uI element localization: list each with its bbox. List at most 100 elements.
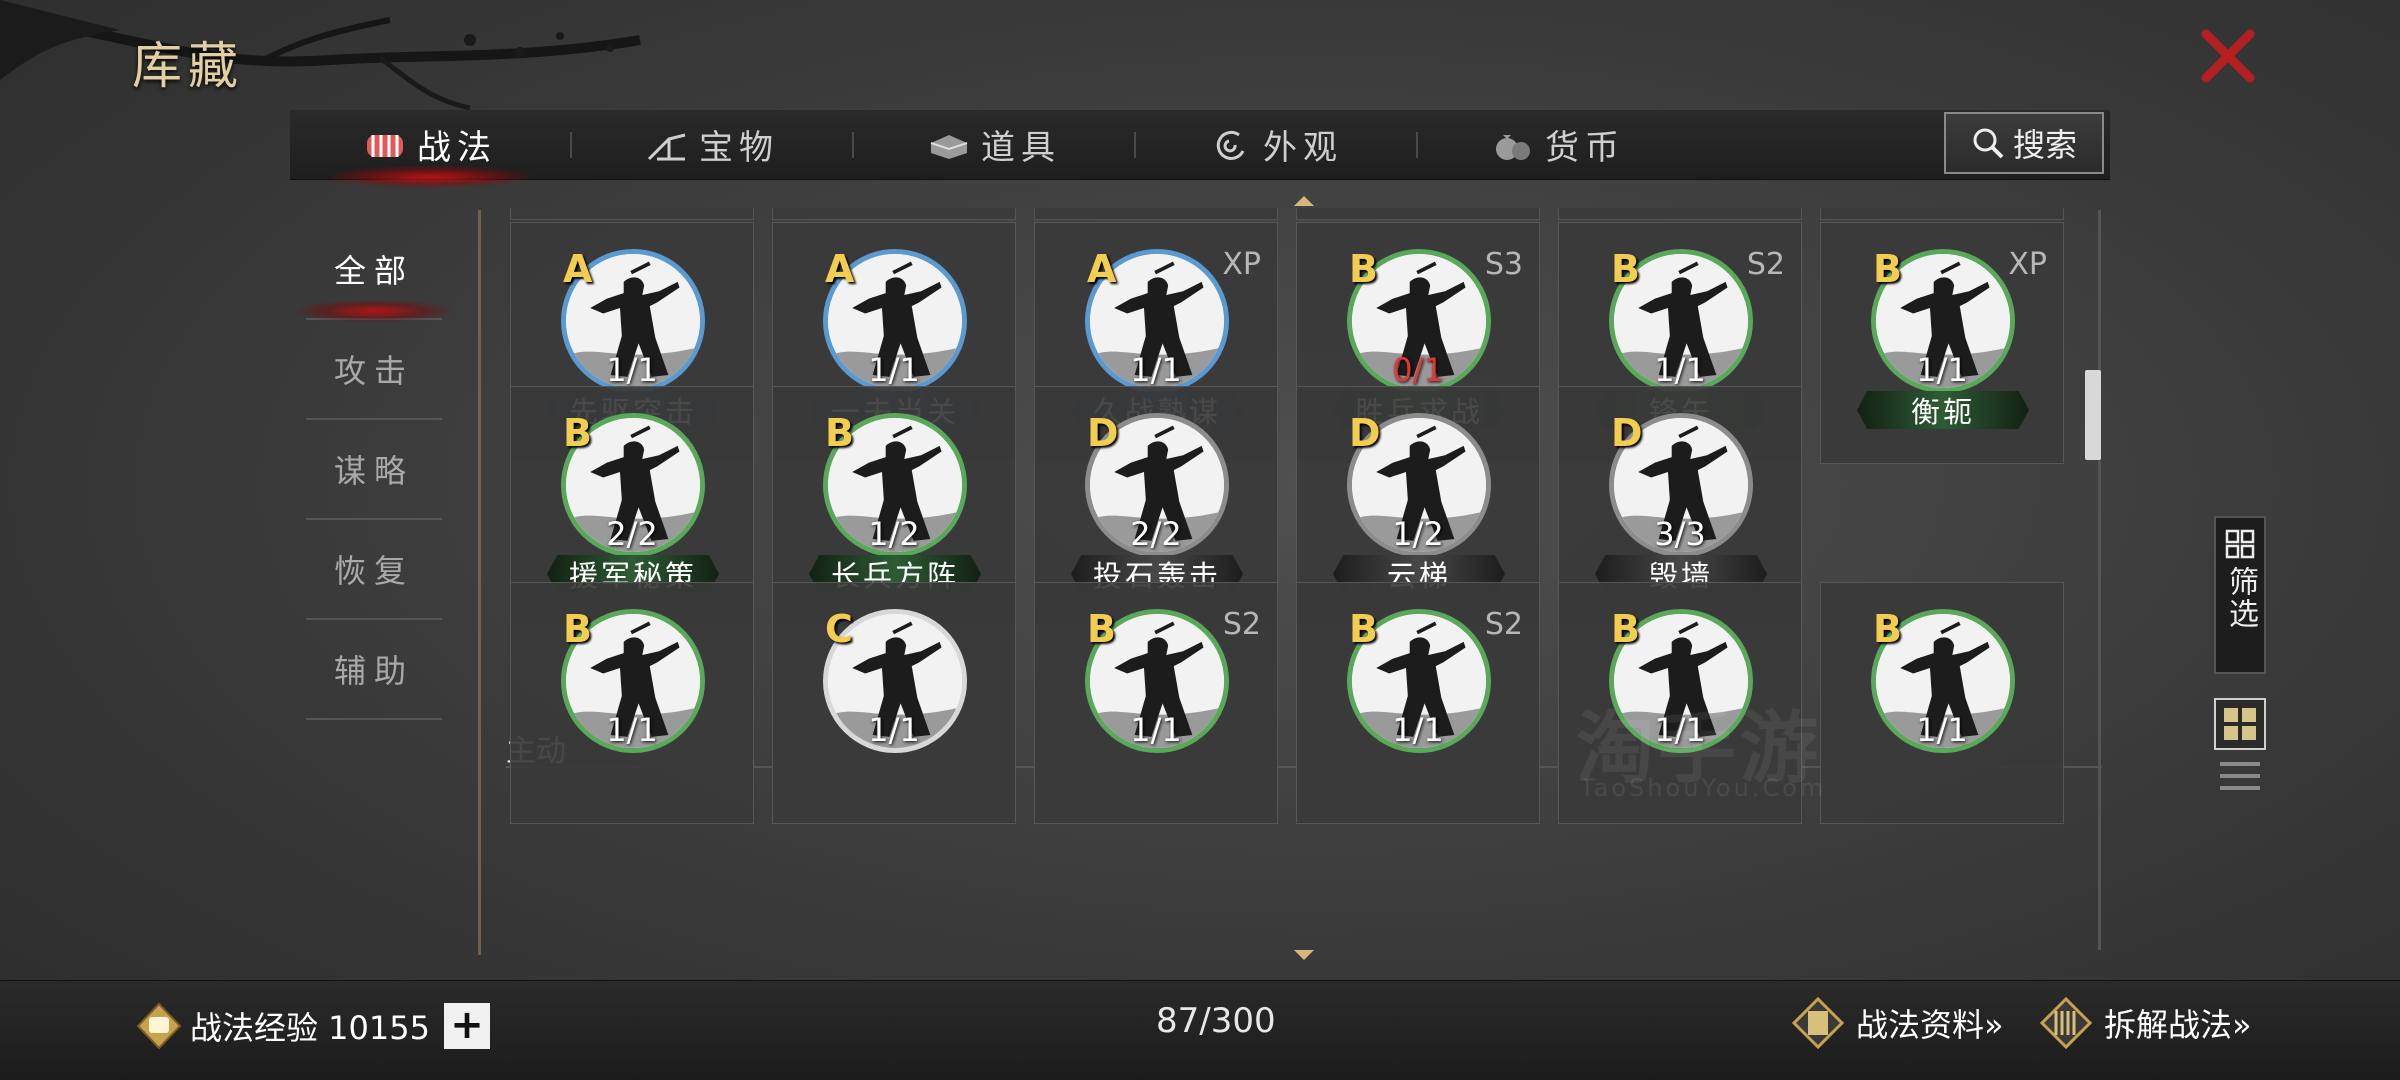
sidebar-item-attack[interactable]: 攻击: [306, 320, 442, 420]
grade-badge: B: [1873, 607, 1902, 651]
close-icon[interactable]: [2196, 24, 2260, 88]
grid-view-icon: [2224, 708, 2238, 722]
filter-button[interactable]: 筛选: [2214, 516, 2266, 674]
tab-label: 战法: [417, 128, 497, 168]
grade-badge: B: [825, 411, 854, 455]
tactic-card[interactable]: B S2 1/1: [1296, 582, 1540, 824]
list-view-icon: [2220, 774, 2260, 778]
add-exp-button[interactable]: +: [443, 1003, 490, 1049]
owned-count: 1/1: [868, 711, 920, 749]
season-tag: S2: [1484, 607, 1523, 642]
list-view-icon: [2220, 786, 2260, 790]
tactics-grid: 主动 A1/1先驱突击A1/1一夫当关AXP1/1久战熟谋BS30/1胜兵求战B…: [506, 208, 2106, 950]
partial-card: [510, 208, 754, 220]
grid-filter-icon: [2225, 529, 2255, 559]
season-tag: S2: [1222, 607, 1261, 642]
tactic-card[interactable]: B 1/1: [510, 582, 754, 824]
season-tag: S2: [1746, 247, 1785, 282]
grade-badge: A: [825, 247, 855, 291]
partial-card: [1296, 208, 1540, 220]
scrollbar-thumb[interactable]: [2085, 370, 2101, 460]
tactic-name: 衡轭: [1857, 391, 2029, 429]
search-button[interactable]: 搜索: [1944, 112, 2104, 174]
owned-count: 3/3: [1654, 515, 1706, 553]
grid-view-toggle[interactable]: [2214, 698, 2266, 750]
inventory-capacity: 87/300: [1156, 1001, 1276, 1041]
partial-card: [1820, 208, 2064, 220]
tactics-exp: 战法经验 10155 +: [134, 1001, 490, 1051]
tactic-card[interactable]: B 1/1: [1820, 582, 2064, 824]
tactics-info-label: 战法资料»: [1856, 1006, 2004, 1044]
bundle-scroll-icon: [2040, 997, 2092, 1049]
disassemble-label: 拆解战法»: [2104, 1006, 2252, 1044]
owned-count: 1/1: [606, 711, 658, 749]
list-view-icon: [2220, 762, 2260, 766]
search-icon: [1973, 128, 2004, 159]
grade-badge: D: [1087, 411, 1119, 455]
partial-card: [1558, 208, 1802, 220]
tab-appearance[interactable]: 外观: [1136, 110, 1416, 180]
tab-label: 道具: [981, 128, 1061, 168]
grade-badge: B: [1611, 247, 1640, 291]
tactic-card[interactable]: B S2 1/1: [1034, 582, 1278, 824]
owned-count: 1/2: [868, 515, 920, 553]
grade-badge: B: [1349, 607, 1378, 651]
bundle-icon: [367, 134, 403, 157]
owned-count: 1/1: [1916, 351, 1968, 389]
category-tab-bar: 战法 宝物 道具 外观 货币 搜索: [290, 110, 2110, 188]
tab-treasure[interactable]: 宝物: [572, 110, 852, 180]
owned-count: 2/2: [1130, 515, 1182, 553]
category-sidebar: 全部 攻击 谋略 恢复 辅助: [296, 220, 452, 720]
sidebar-item-support[interactable]: 辅助: [306, 620, 442, 720]
grade-badge: D: [1349, 411, 1381, 455]
owned-count: 1/1: [1130, 711, 1182, 749]
disassemble-tactics-link[interactable]: 拆解战法»: [2040, 997, 2252, 1049]
divider-line: [478, 210, 481, 955]
list-view-toggle[interactable]: [2220, 758, 2260, 794]
grade-badge: B: [563, 411, 592, 455]
owned-count: 1/1: [868, 351, 920, 389]
crossbow-icon: [647, 133, 686, 160]
tab-label: 货币: [1545, 128, 1625, 168]
grade-badge: A: [563, 247, 593, 291]
owned-count: 1/1: [1916, 711, 1968, 749]
grid-view-icon: [2242, 726, 2256, 740]
tab-tactics[interactable]: 战法: [290, 110, 570, 188]
grade-badge: B: [563, 607, 592, 651]
exp-label: 战法经验 10155: [190, 1009, 430, 1047]
grade-badge: A: [1087, 247, 1117, 291]
grade-badge: B: [1349, 247, 1378, 291]
swirl-icon: [1216, 130, 1245, 160]
owned-count: 1/2: [1392, 515, 1444, 553]
grade-badge: D: [1611, 411, 1643, 455]
owned-count: 1/1: [1654, 351, 1706, 389]
coin-bag-icon: [1496, 134, 1530, 160]
sidebar-item-recovery[interactable]: 恢复: [306, 520, 442, 620]
tactic-card[interactable]: C 1/1: [772, 582, 1016, 824]
bottom-bar: 战法经验 10155 + 87/300 战法资料» 拆解战法»: [0, 980, 2400, 1080]
owned-count: 1/1: [606, 351, 658, 389]
tab-currency[interactable]: 货币: [1418, 110, 1698, 180]
grid-view-icon: [2242, 708, 2256, 722]
tactics-info-link[interactable]: 战法资料»: [1792, 997, 2004, 1049]
scrollbar-track: [2098, 210, 2101, 950]
tactic-card[interactable]: B XP 1/1 衡轭: [1820, 222, 2064, 464]
scroll-down-arrow-icon: [1294, 950, 1314, 960]
tab-label: 外观: [1263, 128, 1343, 168]
season-tag: XP: [1222, 247, 1261, 282]
fist-badge-icon: [136, 1002, 182, 1050]
sidebar-item-strategy[interactable]: 谋略: [306, 420, 442, 520]
partial-card: [772, 208, 1016, 220]
ingot-icon: [930, 134, 968, 159]
sidebar-item-all[interactable]: 全部: [296, 220, 452, 322]
scroll-book-icon: [1792, 997, 1844, 1049]
filter-label: 筛选: [2223, 566, 2258, 630]
tab-items[interactable]: 道具: [854, 110, 1134, 180]
season-tag: S3: [1484, 247, 1523, 282]
grade-badge: B: [1611, 607, 1640, 651]
grade-badge: B: [1087, 607, 1116, 651]
grade-badge: C: [825, 607, 853, 651]
owned-count: 1/1: [1130, 351, 1182, 389]
partial-card: [1034, 208, 1278, 220]
search-label: 搜索: [2012, 126, 2077, 164]
